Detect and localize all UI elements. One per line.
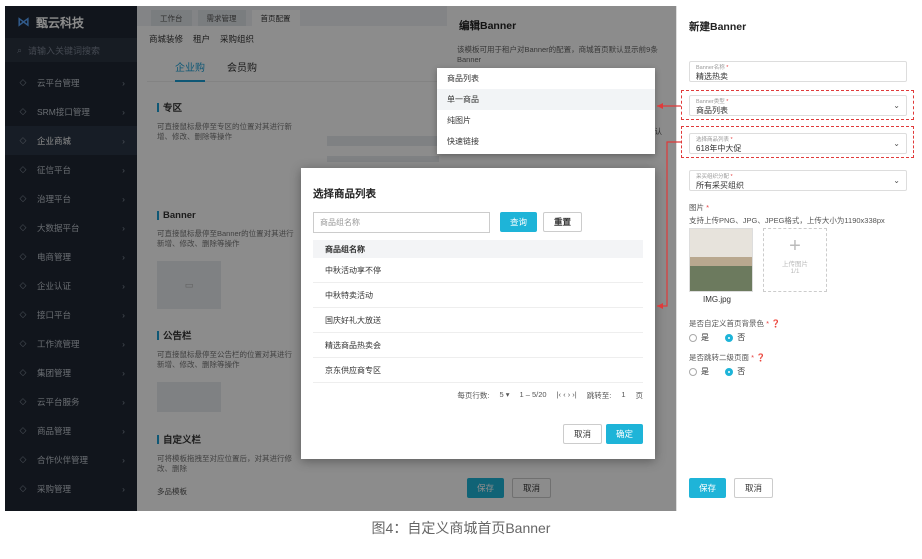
annotation-arrows: [657, 103, 681, 309]
radio-yes[interactable]: 是: [689, 333, 709, 342]
select-list-modal: 选择商品列表 商品组名称 查询 重置 商品组名称 中秋活动享不停 中秋特卖活动 国庆…: [301, 168, 655, 459]
modal-cancel-button[interactable]: 取消: [563, 424, 603, 444]
highlight-banner-type: [681, 90, 914, 120]
radio-yes[interactable]: 是: [689, 367, 709, 376]
page-unit: 页: [635, 391, 644, 400]
arrow-head: [657, 103, 663, 109]
help-icon[interactable]: ❓: [771, 319, 780, 328]
radio-no[interactable]: 否: [725, 333, 745, 342]
reset-button[interactable]: 重置: [543, 212, 583, 232]
upload-button[interactable]: + 上传图片 1/1: [763, 228, 827, 292]
banner-name-field[interactable]: Banner名称 * 精选热卖: [689, 61, 907, 82]
app-window: ⋈ 甄云科技 ⌕ 请输入关键词搜索 ◇ 云平台管理 › ◇ SRM接口管理 › ◇ 企业商城 › ◇ 征…: [5, 6, 917, 511]
jump-page-input[interactable]: 1: [621, 390, 625, 401]
image-filename: IMG.jpg: [703, 295, 732, 304]
arrow-head: [657, 303, 663, 309]
radio-no[interactable]: 否: [725, 367, 745, 376]
help-icon[interactable]: ❓: [756, 353, 765, 362]
bg-color-question: 是否自定义首页背景色 * ❓: [689, 319, 781, 328]
table-row[interactable]: 京东供应商专区: [313, 358, 643, 383]
dropdown-option[interactable]: 纯图片: [437, 110, 655, 131]
arrow-line: [657, 141, 681, 307]
dropdown-option[interactable]: 快速链接: [437, 131, 655, 152]
bg-color-radios: 是 否: [689, 332, 745, 343]
page-size-label: 每页行数:: [457, 391, 490, 400]
new-banner-panel: 新建Banner Banner名称 * 精选热卖 Banner类型 * 商品列表…: [676, 6, 917, 511]
field-value: 精选热卖: [696, 72, 728, 81]
jump-question: 是否跳转二级页面 * ❓: [689, 353, 766, 362]
jump-label: 跳转至:: [586, 391, 612, 400]
page-nav-buttons[interactable]: |‹ ‹ › ›|: [557, 390, 577, 401]
field-label: 采买组织分配 *: [696, 174, 733, 180]
figure-caption: 图4：自定义商城首页Banner: [371, 520, 551, 536]
org-assign-select[interactable]: 采买组织分配 * 所有采买组织 ⌄: [689, 170, 907, 191]
query-button[interactable]: 查询: [500, 212, 538, 232]
field-label: Banner名称 *: [696, 65, 729, 71]
table-row[interactable]: 精选商品热卖会: [313, 333, 643, 358]
modal-title: 选择商品列表: [313, 188, 376, 200]
image-hint: 支持上传PNG、JPG、JPEG格式，上传大小为1190x338px: [689, 216, 885, 225]
table-row[interactable]: 中秋特卖活动: [313, 283, 643, 308]
table-row[interactable]: 中秋活动享不停: [313, 258, 643, 283]
panel-save-button[interactable]: 保存: [689, 478, 727, 498]
chevron-down-icon: ⌄: [893, 176, 900, 185]
dropdown-option[interactable]: 商品列表: [437, 68, 655, 89]
page-range: 1 – 5/20: [519, 390, 547, 399]
goods-group-table: 商品组名称 中秋活动享不停 中秋特卖活动 国庆好礼大放送 精选商品热卖会 京东供应商专区: [313, 240, 643, 383]
upload-label: 上传图片: [782, 261, 808, 268]
group-name-input[interactable]: 商品组名称: [313, 212, 490, 233]
page-size-select[interactable]: 5 ▾: [499, 390, 509, 401]
highlight-goods-list: [681, 126, 914, 158]
banner-type-dropdown: 商品列表 单一商品 纯图片 快速链接: [437, 68, 655, 154]
table-row[interactable]: 国庆好礼大放送: [313, 308, 643, 333]
plus-icon: +: [789, 235, 801, 257]
table-header: 商品组名称: [313, 240, 643, 258]
pagination: 每页行数: 5 ▾ 1 – 5/20 |‹ ‹ › ›| 跳转至: 1 页: [457, 390, 643, 401]
panel-title: 新建Banner: [689, 20, 747, 33]
dropdown-option[interactable]: 单一商品: [437, 89, 655, 110]
image-label: 图片 *: [689, 203, 710, 212]
jump-radios: 是 否: [689, 366, 745, 377]
uploaded-image-thumbnail[interactable]: [689, 228, 753, 292]
modal-ok-button[interactable]: 确定: [606, 424, 644, 444]
field-value: 所有采买组织: [696, 181, 744, 190]
upload-count: 1/1: [790, 268, 800, 275]
panel-cancel-button[interactable]: 取消: [734, 478, 774, 498]
